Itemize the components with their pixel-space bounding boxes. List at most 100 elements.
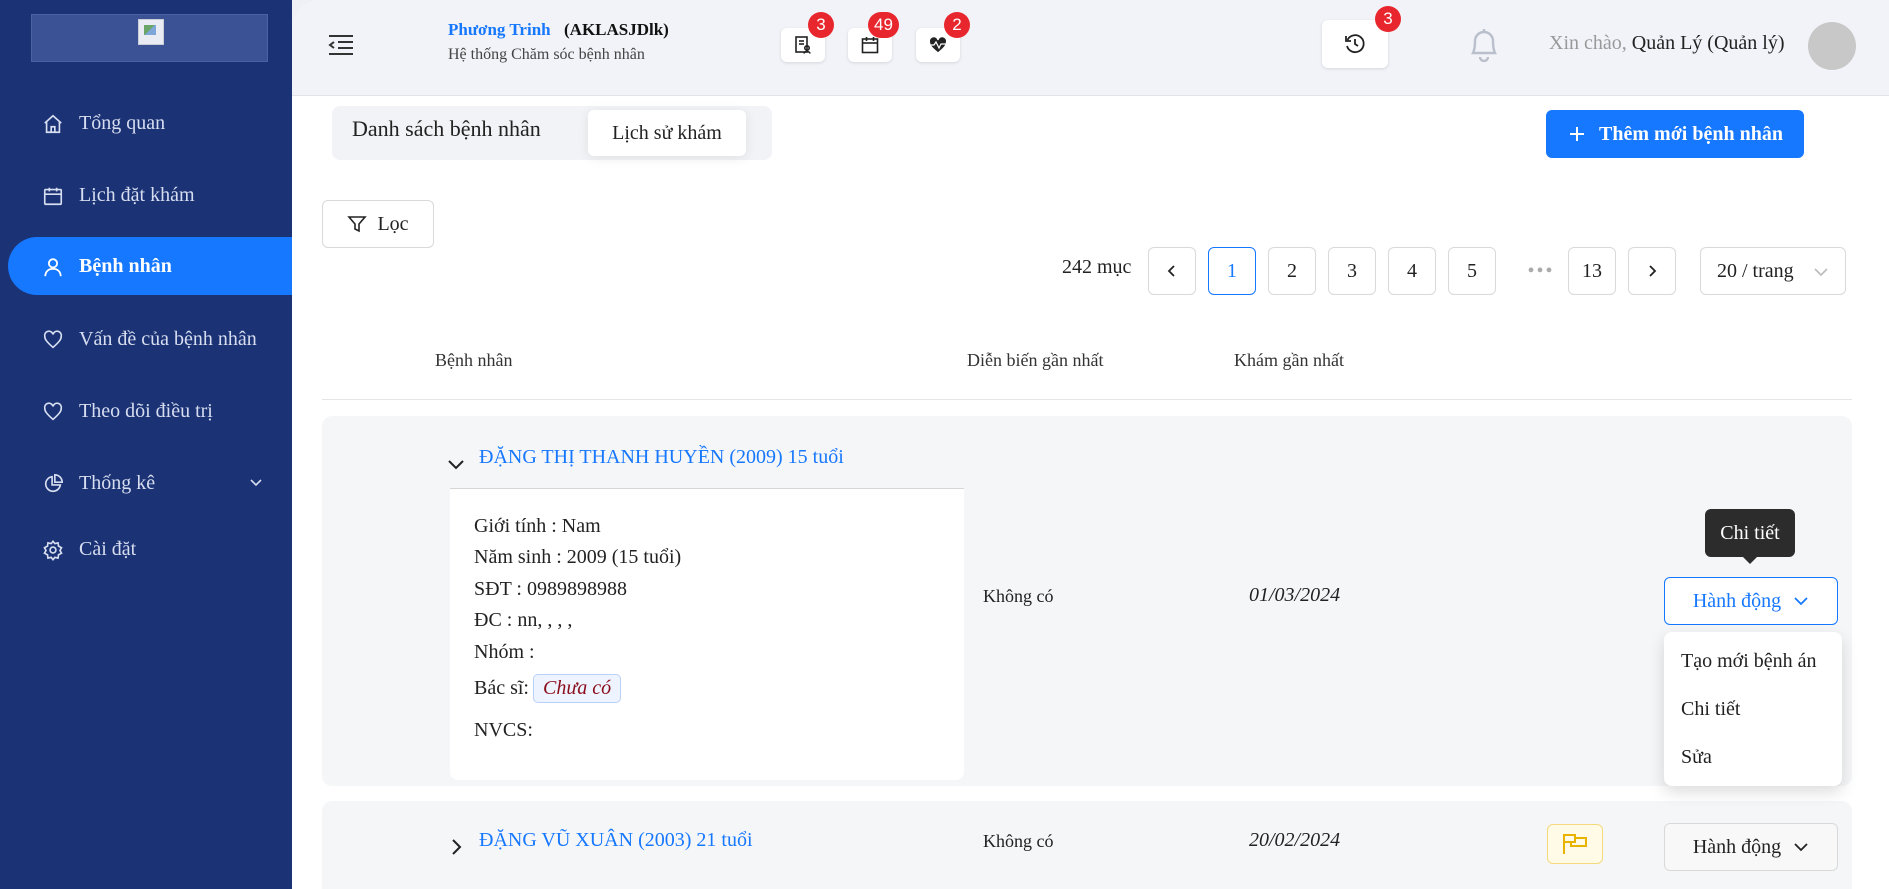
chevron-down-icon <box>1794 843 1808 852</box>
sidebar-item-appointments[interactable]: Lịch đặt khám <box>8 166 292 224</box>
sidebar-item-label: Vấn đề của bệnh nhân <box>79 327 257 350</box>
page-4-button[interactable]: 4 <box>1388 247 1436 295</box>
column-latest-progress: Diễn biến gần nhất <box>967 350 1104 370</box>
calendar-icon <box>43 187 63 206</box>
total-count: 242 mục <box>1062 256 1132 278</box>
latest-progress: Không có <box>983 586 1054 606</box>
add-patient-label: Thêm mới bệnh nhân <box>1599 122 1783 145</box>
tab-exam-history[interactable]: Lịch sử khám <box>588 110 746 156</box>
health-badge: 2 <box>944 12 970 38</box>
history-clock-icon <box>1345 34 1365 54</box>
page-ellipsis[interactable]: ••• <box>1517 247 1565 295</box>
patient-address: ĐC : nn, , , , <box>474 609 573 631</box>
chevron-right-icon <box>1649 265 1657 277</box>
sidebar-item-settings[interactable]: Cài đặt <box>8 520 292 578</box>
sidebar-item-treatment-tracking[interactable]: Theo dõi điều trị <box>8 382 292 440</box>
page-2-button[interactable]: 2 <box>1268 247 1316 295</box>
patient-doctor: Bác sĩ: Chưa có <box>474 674 622 703</box>
top-header: Phương Trinh (AKLASJDlk) Hệ thống Chăm s… <box>292 0 1889 96</box>
main-content: Danh sách bệnh nhân Lịch sử khám Thêm mớ… <box>292 96 1889 889</box>
sidebar-item-label: Lịch đặt khám <box>79 183 195 206</box>
chevron-right-icon[interactable] <box>446 837 466 857</box>
tab-patient-list[interactable]: Danh sách bệnh nhân <box>352 116 541 142</box>
heart-icon <box>43 402 63 421</box>
flag-button[interactable] <box>1547 824 1603 864</box>
prev-page-button[interactable] <box>1148 247 1196 295</box>
filter-label: Lọc <box>377 212 409 235</box>
latest-exam-date: 20/02/2024 <box>1249 829 1341 851</box>
patient-group: Nhóm : <box>474 641 535 663</box>
detail-tooltip: Chi tiết <box>1705 509 1795 564</box>
chevron-down-icon <box>1794 597 1808 606</box>
table-row: ĐẶNG THỊ THANH HUYỀN (2009) 15 tuổi Giới… <box>322 416 1852 786</box>
pie-chart-icon <box>44 474 63 493</box>
menu-collapse-icon[interactable] <box>328 34 354 56</box>
menu-item-create-record[interactable]: Tạo mới bệnh án <box>1681 650 1817 673</box>
user-name: Phương Trinh <box>448 20 551 39</box>
calendar-icon <box>861 37 879 54</box>
broken-image-icon <box>138 19 164 45</box>
bell-icon[interactable] <box>1467 26 1501 62</box>
sidebar-item-label: Bệnh nhân <box>79 254 172 277</box>
menu-item-detail[interactable]: Chi tiết <box>1681 698 1740 721</box>
avatar[interactable] <box>1808 22 1856 70</box>
next-page-button[interactable] <box>1628 247 1676 295</box>
sidebar-item-statistics[interactable]: Thống kê <box>8 454 292 512</box>
document-user-icon <box>795 36 811 54</box>
filter-button[interactable]: Lọc <box>322 200 434 248</box>
page-size-select[interactable]: 20 / trang <box>1700 247 1846 295</box>
patient-name-link[interactable]: ĐẶNG THỊ THANH HUYỀN (2009) 15 tuổi <box>479 446 844 469</box>
sidebar: Tổng quan Lịch đặt khám Bệnh nhân Vấn đề… <box>0 0 292 889</box>
page-5-button[interactable]: 5 <box>1448 247 1496 295</box>
column-latest-exam: Khám gần nhất <box>1234 350 1344 370</box>
doctor-status-tag: Chưa có <box>533 674 622 703</box>
sidebar-item-patient-issues[interactable]: Vấn đề của bệnh nhân <box>8 310 292 368</box>
patient-phone: SĐT : 0989898988 <box>474 578 627 600</box>
table-header-divider <box>322 399 1852 400</box>
home-icon <box>44 114 62 134</box>
sidebar-item-label: Thống kê <box>79 471 156 494</box>
action-dropdown-button[interactable]: Hành động <box>1664 823 1838 871</box>
user-icon <box>44 258 62 277</box>
action-dropdown-button[interactable]: Hành động <box>1664 577 1838 625</box>
chevron-down-icon[interactable] <box>446 454 466 474</box>
action-label: Hành động <box>1692 589 1782 612</box>
chevron-down-icon <box>1814 268 1828 277</box>
system-name: Hệ thống Chăm sóc bệnh nhân <box>448 46 645 63</box>
menu-item-edit[interactable]: Sửa <box>1681 746 1712 769</box>
patient-detail-card: Giới tính : Nam Năm sinh : 2009 (15 tuổi… <box>450 488 964 780</box>
records-badge: 3 <box>808 12 834 38</box>
sidebar-item-patients[interactable]: Bệnh nhân <box>8 237 292 295</box>
user-role: Quản Lý (Quản lý) <box>1631 32 1785 54</box>
action-label: Hành động <box>1692 835 1782 858</box>
latest-progress: Không có <box>983 831 1054 851</box>
page-3-button[interactable]: 3 <box>1328 247 1376 295</box>
sidebar-item-label: Theo dõi điều trị <box>79 399 213 422</box>
greeting: Xin chào, Quản Lý (Quản lý) <box>1549 32 1785 54</box>
page-size-value: 20 / trang <box>1717 259 1794 282</box>
sidebar-item-overview[interactable]: Tổng quan <box>8 94 292 152</box>
latest-exam-date: 01/03/2024 <box>1249 584 1341 606</box>
gear-icon <box>43 539 63 561</box>
flag-icon <box>1563 834 1587 854</box>
table-row: ĐẶNG VŨ XUÂN (2003) 21 tuổi Không có 20/… <box>322 801 1852 889</box>
history-badge: 3 <box>1375 6 1401 32</box>
patient-name-link[interactable]: ĐẶNG VŨ XUÂN (2003) 21 tuổi <box>479 829 753 852</box>
sidebar-item-label: Cài đặt <box>79 537 137 560</box>
heart-icon <box>43 330 63 349</box>
page-last-button[interactable]: 13 <box>1568 247 1616 295</box>
filter-icon <box>347 216 368 233</box>
page-1-button[interactable]: 1 <box>1208 247 1256 295</box>
patient-gender: Giới tính : Nam <box>474 515 601 537</box>
chevron-left-icon <box>1167 265 1175 277</box>
column-patient: Bệnh nhân <box>435 350 513 370</box>
patient-nurse: NVCS: <box>474 719 533 741</box>
user-code: (AKLASJDlk) <box>564 20 669 39</box>
logo <box>31 14 268 62</box>
calendar-badge: 49 <box>868 12 899 38</box>
add-patient-button[interactable]: Thêm mới bệnh nhân <box>1546 110 1804 158</box>
heart-pulse-icon <box>928 36 948 54</box>
sidebar-item-label: Tổng quan <box>79 111 166 134</box>
plus-icon <box>1570 127 1585 141</box>
patient-birth-year: Năm sinh : 2009 (15 tuổi) <box>474 546 682 568</box>
